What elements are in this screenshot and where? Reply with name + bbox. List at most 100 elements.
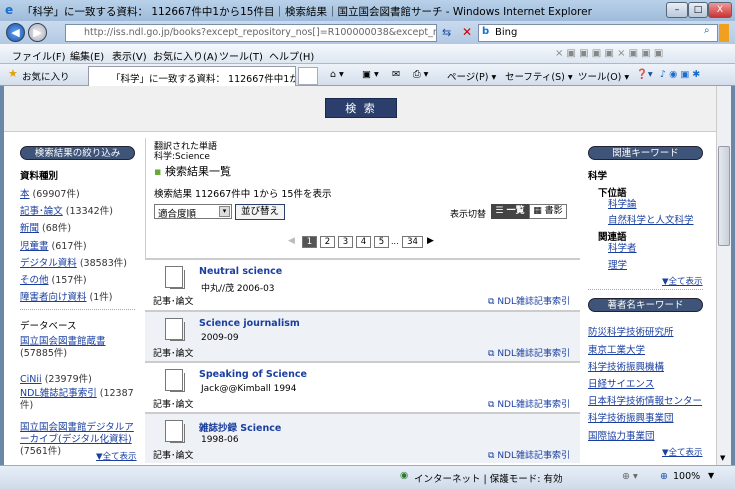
menu-edit[interactable]: 編集(E) bbox=[70, 48, 104, 63]
page-ellipsis: ... bbox=[391, 237, 399, 246]
prev-page-icon: ◀ bbox=[288, 236, 295, 246]
page-3[interactable]: 3 bbox=[338, 236, 353, 248]
db-link[interactable]: 国立国会図書館蔵書 bbox=[20, 336, 106, 347]
print-icon[interactable]: ⎙ ▾ bbox=[413, 69, 428, 80]
page-5[interactable]: 5 bbox=[374, 236, 389, 248]
status-bar: ◉ インターネット | 保護モード: 有効 ⊕ ▾ ⊕ 100% ▼ bbox=[0, 465, 735, 489]
narrower-link[interactable]: 自然科学と人文科学 bbox=[608, 215, 694, 226]
menu-bar: ファイル(F) 編集(E) 表示(V) お気に入り(A) ツール(T) ヘルプ(… bbox=[0, 44, 735, 64]
db-link[interactable]: CiNii bbox=[20, 374, 42, 385]
result-source[interactable]: ⧉ NDL雑誌記事索引 bbox=[488, 294, 570, 307]
divider bbox=[20, 309, 135, 310]
menu-file[interactable]: ファイル(F) bbox=[12, 48, 66, 63]
mail-icon[interactable]: ✉ bbox=[392, 69, 400, 80]
translated-value: 科学:Science bbox=[154, 152, 210, 162]
show-all-link[interactable]: ▼全て表示 bbox=[662, 448, 703, 458]
vertical-scrollbar[interactable]: ▼ bbox=[716, 86, 731, 465]
menu-tools[interactable]: ツール(T) bbox=[219, 48, 263, 63]
author-link[interactable]: 科学技術振興機構 bbox=[588, 362, 664, 373]
zoom-icon: ⊕ bbox=[660, 471, 668, 482]
browser-tab[interactable]: 「科学」に一致する資料： 112667件中1から1... bbox=[88, 66, 296, 86]
close-button[interactable]: X bbox=[708, 2, 732, 18]
url-input[interactable]: http://iss.ndl.go.jp/books?except_reposi… bbox=[65, 24, 437, 42]
narrower-link[interactable]: 科学論 bbox=[608, 199, 637, 210]
refresh-icon[interactable]: ⇆ bbox=[442, 26, 451, 39]
author-link[interactable]: 日経サイエンス bbox=[588, 379, 654, 390]
result-type: 記事･論文 bbox=[153, 400, 194, 410]
result-source[interactable]: ⧉ NDL雑誌記事索引 bbox=[488, 448, 570, 461]
protected-mode-icon[interactable]: ⊕ ▾ bbox=[622, 471, 638, 482]
db-count: (57885件) bbox=[20, 348, 68, 359]
window-title: 「科学」に一致する資料： 112667件中1から15件目｜検索結果｜国立国会図書… bbox=[22, 6, 592, 18]
home-icon[interactable]: ⌂ ▾ bbox=[330, 69, 344, 80]
menu-help[interactable]: ヘルプ(H) bbox=[269, 48, 314, 63]
favorites-button[interactable]: お気に入り bbox=[22, 69, 70, 83]
author-link[interactable]: 国際協力事業団 bbox=[588, 431, 655, 442]
result-title[interactable]: Neutral science bbox=[199, 266, 282, 277]
view-cover-button[interactable]: ▦ 書影 bbox=[529, 204, 567, 219]
db-link[interactable]: 国立国会図書館デジタルアーカイブ(デジタル化資料) bbox=[20, 422, 134, 445]
feeds-icon[interactable]: ▣ ▾ bbox=[362, 69, 379, 80]
article-icon bbox=[165, 369, 185, 392]
author-link[interactable]: 防災科学技術研究所 bbox=[588, 327, 674, 338]
stop-icon[interactable]: ✕ bbox=[462, 25, 472, 39]
author-link[interactable]: 日本科学技術情報センター bbox=[588, 396, 702, 407]
page-34[interactable]: 34 bbox=[402, 236, 423, 248]
scroll-down-icon[interactable]: ▼ bbox=[720, 454, 725, 462]
toolbar-addon-icons[interactable]: × ▣ ▣ ▣ ▣ × ▣ ▣ ▣ bbox=[555, 48, 663, 59]
result-title[interactable]: Science journalism bbox=[199, 318, 300, 329]
type-link[interactable]: 児童書 bbox=[20, 241, 49, 252]
menu-view[interactable]: 表示(V) bbox=[112, 48, 147, 63]
search-options-button[interactable] bbox=[719, 24, 729, 42]
scrollbar-thumb[interactable] bbox=[718, 146, 730, 246]
result-title[interactable]: Speaking of Science bbox=[199, 369, 307, 380]
type-count: (38583件) bbox=[79, 258, 127, 269]
show-all-link[interactable]: ▼全て表示 bbox=[662, 277, 703, 287]
zoom-dropdown-icon[interactable]: ▼ bbox=[708, 471, 714, 480]
type-link[interactable]: 障害者向け資料 bbox=[20, 292, 87, 303]
sort-button[interactable]: 並び替え bbox=[235, 204, 285, 220]
maximize-button[interactable]: □ bbox=[688, 2, 708, 18]
addon-icons[interactable]: ♪ ◉ ▣ ✱ bbox=[660, 69, 700, 80]
page-1[interactable]: 1 bbox=[302, 236, 317, 248]
help-icon[interactable]: ❓▾ bbox=[636, 69, 653, 80]
type-count: (1件) bbox=[89, 292, 113, 303]
zoom-level[interactable]: 100% bbox=[673, 471, 700, 482]
tools-menu[interactable]: ツール(O) ▾ bbox=[578, 69, 629, 83]
page-menu[interactable]: ページ(P) ▾ bbox=[447, 69, 496, 83]
new-tab-button[interactable] bbox=[298, 67, 318, 85]
db-title: データベース bbox=[20, 321, 77, 332]
sort-select[interactable]: 適合度順 ▾ bbox=[154, 204, 232, 220]
keyword-term: 科学 bbox=[588, 171, 608, 182]
related-link[interactable]: 科学者 bbox=[608, 243, 637, 254]
result-summary: 検索結果 112667件中 1から 15件を表示 bbox=[154, 189, 332, 200]
type-link[interactable]: 本 bbox=[20, 189, 30, 200]
page-2[interactable]: 2 bbox=[320, 236, 335, 248]
type-link[interactable]: その他 bbox=[20, 275, 49, 286]
type-link[interactable]: 新聞 bbox=[20, 223, 39, 234]
search-icon[interactable]: ⌕ bbox=[704, 25, 710, 36]
search-input[interactable]: Bing bbox=[478, 24, 718, 42]
db-link[interactable]: NDL雑誌記事索引 bbox=[20, 388, 97, 399]
back-button[interactable]: ◀ bbox=[6, 23, 25, 42]
menu-favorites[interactable]: お気に入り(A) bbox=[153, 48, 218, 63]
page-4[interactable]: 4 bbox=[356, 236, 371, 248]
result-source[interactable]: ⧉ NDL雑誌記事索引 bbox=[488, 397, 570, 410]
forward-button[interactable]: ▶ bbox=[28, 23, 47, 42]
safety-menu[interactable]: セーフティ(S) ▾ bbox=[505, 69, 573, 83]
show-all-link[interactable]: ▼全て表示 bbox=[96, 452, 137, 462]
related-link[interactable]: 理学 bbox=[608, 260, 627, 271]
heading-text: 検索結果一覧 bbox=[164, 165, 231, 178]
minimize-button[interactable]: – bbox=[666, 2, 688, 18]
author-link[interactable]: 東京工業大学 bbox=[588, 345, 645, 356]
result-source[interactable]: ⧉ NDL雑誌記事索引 bbox=[488, 346, 570, 359]
type-link[interactable]: デジタル資料 bbox=[20, 258, 77, 269]
article-icon bbox=[165, 266, 185, 289]
next-page-icon[interactable]: ▶ bbox=[427, 236, 434, 246]
translated-label: 翻訳された単語 bbox=[154, 142, 218, 152]
author-link[interactable]: 科学技術振興事業団 bbox=[588, 413, 674, 424]
type-link[interactable]: 記事･論文 bbox=[20, 206, 63, 217]
result-title[interactable]: 雑誌抄録 Science bbox=[199, 420, 281, 434]
search-button[interactable]: 検 索 bbox=[325, 98, 397, 118]
view-list-button[interactable]: ☰ 一覧 bbox=[491, 204, 529, 219]
